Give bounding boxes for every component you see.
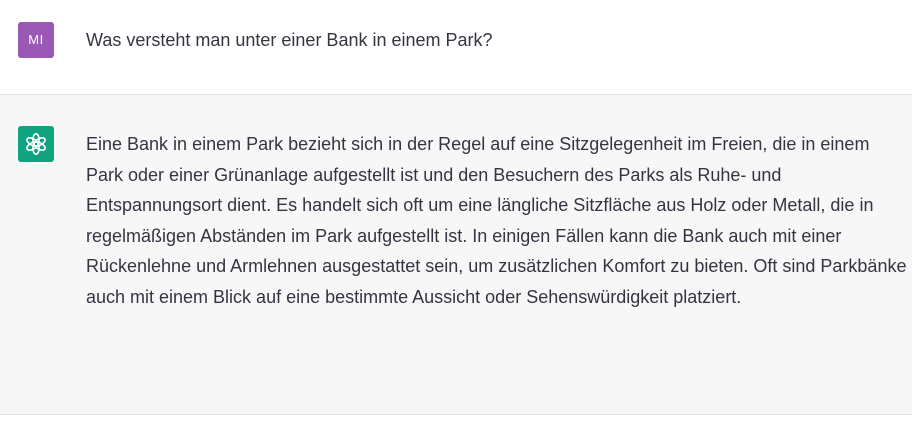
assistant-message-row: Eine Bank in einem Park bezieht sich in … (0, 95, 912, 415)
openai-logo-icon (26, 133, 46, 155)
user-avatar: MI (18, 22, 54, 58)
chat-page: MI Was versteht man unter einer Bank in … (0, 0, 912, 428)
user-message-row: MI Was versteht man unter einer Bank in … (0, 0, 912, 95)
assistant-message-text: Eine Bank in einem Park bezieht sich in … (86, 134, 907, 307)
user-message-text: Was versteht man unter einer Bank in ein… (86, 30, 493, 50)
assistant-avatar (18, 126, 54, 162)
